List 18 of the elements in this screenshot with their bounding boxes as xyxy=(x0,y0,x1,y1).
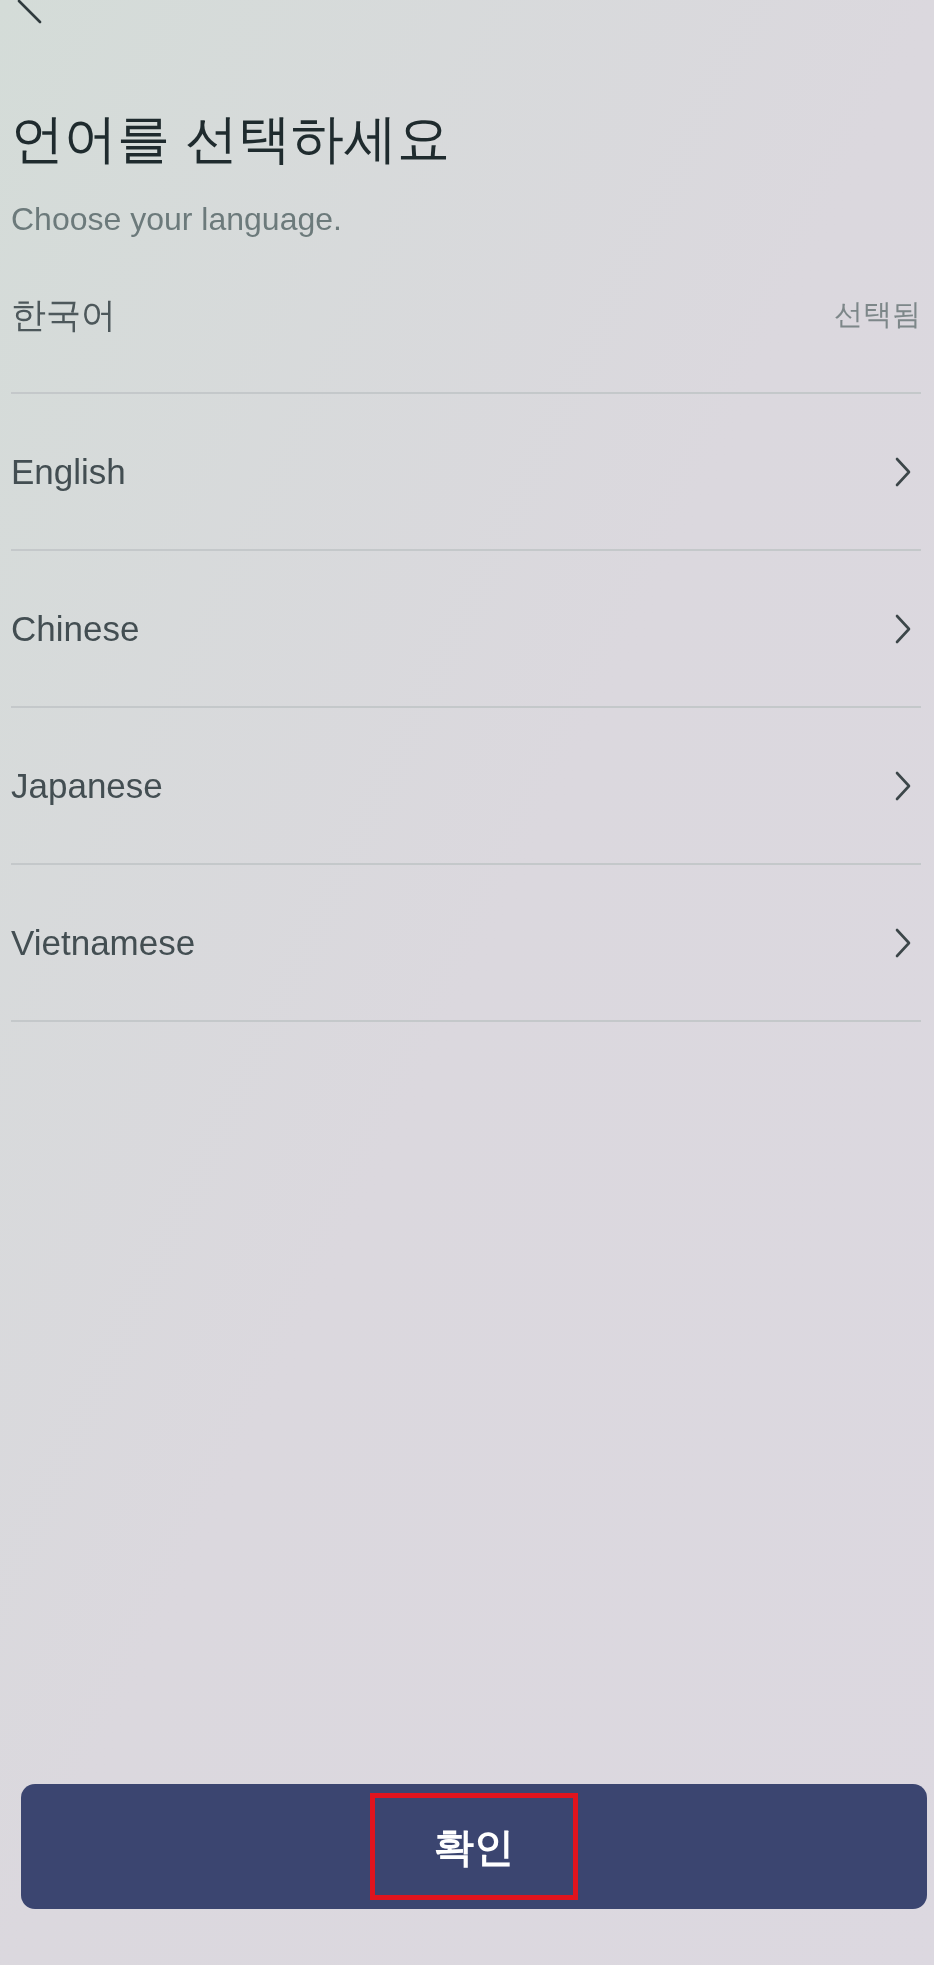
language-label: 한국어 xyxy=(11,297,116,333)
confirm-button[interactable]: 확인 xyxy=(21,1784,927,1909)
chevron-right-icon xyxy=(894,769,912,802)
language-label: Japanese xyxy=(11,768,163,804)
chevron-right-icon xyxy=(894,926,912,959)
page-title: 언어를 선택하세요 xyxy=(11,108,451,170)
language-item[interactable]: Japanese xyxy=(11,708,921,866)
chevron-right-icon xyxy=(894,612,912,645)
language-label: Chinese xyxy=(11,611,140,647)
chevron-right-icon xyxy=(894,455,912,488)
page-subtitle: Choose your language. xyxy=(11,200,343,238)
selected-status: 선택됨 xyxy=(834,300,921,330)
language-item[interactable]: Chinese xyxy=(11,551,921,709)
language-label: Vietnamese xyxy=(11,925,196,961)
language-item[interactable]: English xyxy=(11,394,921,552)
language-label: English xyxy=(11,454,126,490)
language-item[interactable]: Vietnamese xyxy=(11,865,921,1023)
language-item[interactable]: 한국어 선택됨 xyxy=(11,237,921,395)
